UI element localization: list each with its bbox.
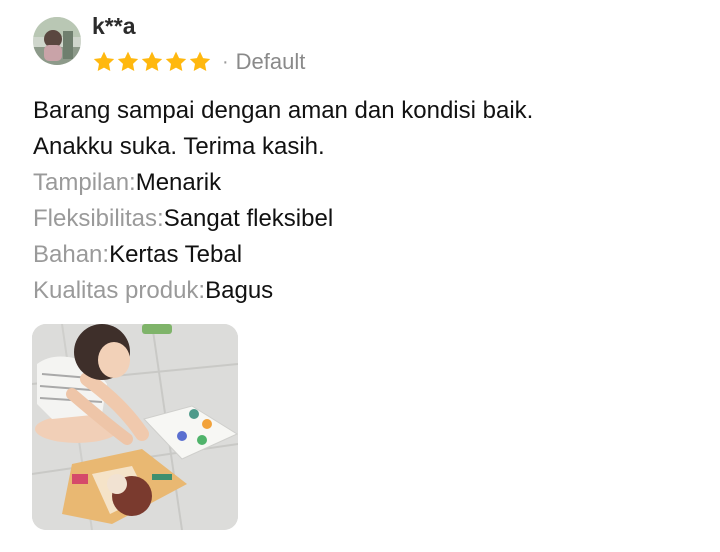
attribute-product-quality: Kualitas produk:Bagus	[33, 273, 693, 309]
review-text-line: Barang sampai dengan aman dan kondisi ba…	[33, 97, 534, 124]
attribute-flexibility: Fleksibilitas:Sangat fleksibel	[33, 201, 693, 237]
star-icon	[164, 50, 188, 74]
user-avatar[interactable]	[33, 17, 81, 65]
attribute-label: Kualitas produk:	[33, 277, 206, 304]
star-rating	[92, 50, 212, 74]
review-photo[interactable]	[32, 324, 238, 530]
attribute-label: Bahan:	[33, 241, 110, 268]
attribute-value: Menarik	[135, 169, 222, 196]
separator-dot: ·	[222, 51, 229, 73]
star-icon	[116, 50, 140, 74]
username: k**a	[92, 13, 136, 39]
attribute-appearance: Tampilan:Menarik	[33, 165, 693, 201]
star-icon	[92, 50, 116, 74]
attribute-value: Sangat fleksibel	[163, 205, 334, 232]
attribute-material: Bahan:Kertas Tebal	[33, 237, 693, 273]
variant-label: Default	[235, 49, 306, 74]
rating-row: · Default	[92, 48, 305, 76]
review-text-line: Anakku suka. Terima kasih.	[33, 133, 325, 160]
attribute-label: Tampilan:	[33, 169, 136, 196]
attribute-value: Bagus	[205, 277, 274, 304]
review-body: Barang sampai dengan aman dan kondisi ba…	[33, 93, 693, 309]
attribute-value: Kertas Tebal	[109, 241, 243, 268]
star-icon	[188, 50, 212, 74]
attribute-label: Fleksibilitas:	[33, 205, 164, 232]
review-card: k**a · Default Barang sampai dengan aman…	[0, 0, 720, 552]
star-icon	[140, 50, 164, 74]
